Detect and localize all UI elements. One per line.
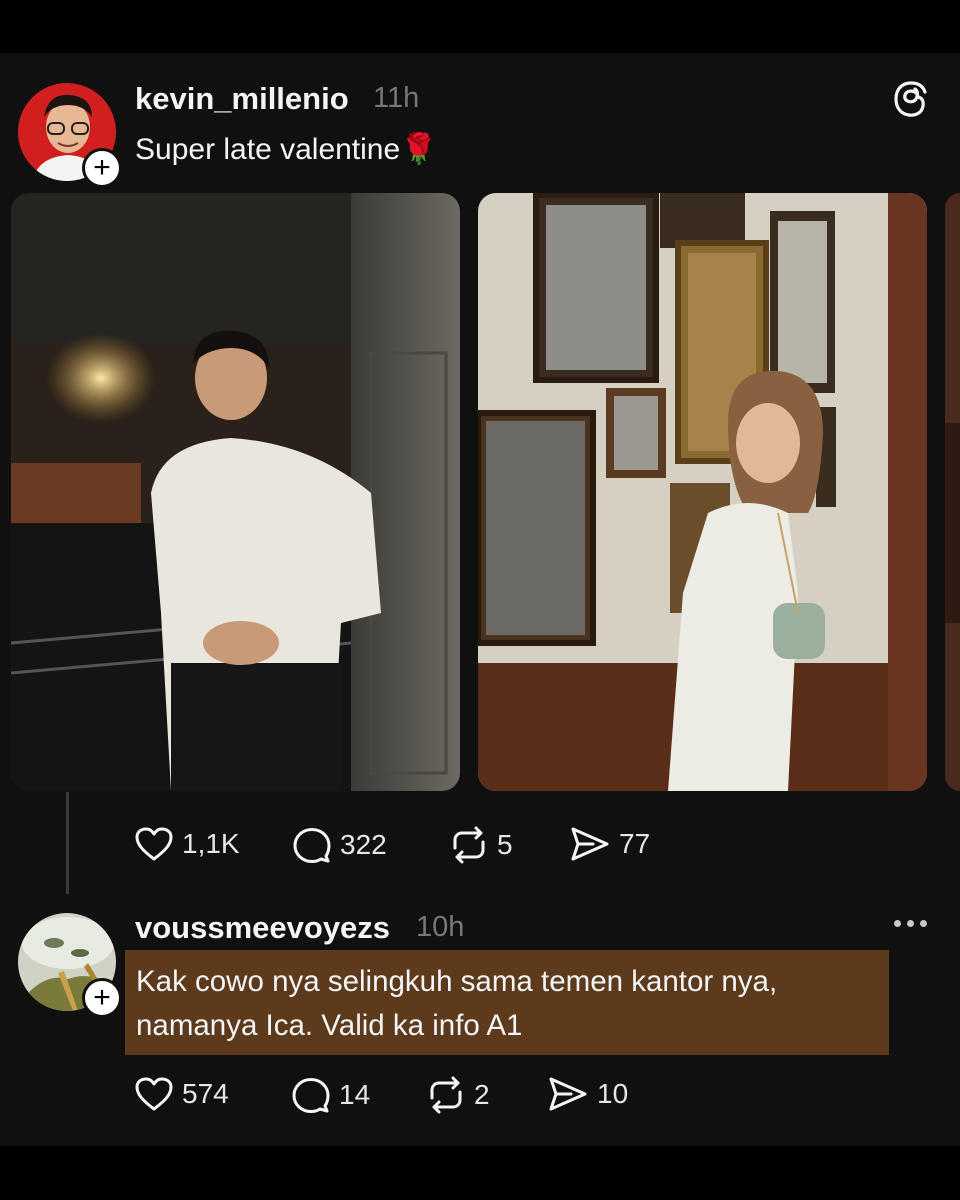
- repost-icon: [453, 826, 485, 864]
- post-like-button[interactable]: 1,1K: [134, 826, 240, 862]
- follow-plus-icon[interactable]: +: [82, 148, 122, 188]
- comment-icon: [292, 1078, 330, 1113]
- reply-repost-count: 2: [474, 1079, 490, 1110]
- post-share-button[interactable]: 77: [569, 826, 650, 862]
- reply-username[interactable]: voussmeevoyezs: [135, 910, 390, 946]
- post-reply-button[interactable]: 322: [292, 826, 387, 864]
- send-icon: [571, 827, 609, 861]
- post-caption: Super late valentine🌹: [135, 133, 438, 166]
- reply-text: Kak cowo nya selingkuh sama temen kantor…: [136, 960, 886, 1048]
- heart-icon: [135, 827, 173, 861]
- reply-reply-button[interactable]: 14: [291, 1076, 370, 1114]
- post-timestamp: 11h: [373, 82, 420, 114]
- post-photo-2[interactable]: [478, 193, 927, 791]
- reply-like-count: 574: [182, 1078, 229, 1109]
- reply-share-count: 10: [597, 1078, 629, 1109]
- repost-icon: [430, 1076, 462, 1114]
- post-photo-1[interactable]: [11, 193, 460, 791]
- reply-reply-count: 14: [339, 1079, 371, 1110]
- thread-connector-line: [66, 792, 69, 894]
- reply-repost-button[interactable]: 2: [426, 1076, 490, 1114]
- post-repost-count: 5: [497, 829, 513, 860]
- post-reply-count: 322: [340, 829, 387, 860]
- send-icon: [549, 1077, 587, 1111]
- reply-text-line-1: Kak cowo nya selingkuh sama temen kantor…: [136, 965, 778, 998]
- comment-icon: [293, 828, 331, 863]
- reply-timestamp: 10h: [416, 911, 465, 943]
- reply-follow-plus-icon[interactable]: +: [82, 978, 122, 1018]
- post-repost-button[interactable]: 5: [449, 826, 513, 864]
- reply-share-button[interactable]: 10: [547, 1076, 628, 1112]
- post-photo-3-peek[interactable]: [945, 193, 960, 791]
- reply-like-button[interactable]: 574: [134, 1076, 229, 1112]
- post-username[interactable]: kevin_millenio: [135, 81, 349, 117]
- threads-logo-icon[interactable]: [893, 80, 929, 123]
- post-share-count: 77: [619, 828, 651, 859]
- post-like-count: 1,1K: [182, 828, 240, 859]
- reply-text-line-2: namanya Ica. Valid ka info A1: [136, 1009, 523, 1042]
- more-options-icon[interactable]: [894, 920, 927, 927]
- heart-icon: [135, 1077, 173, 1111]
